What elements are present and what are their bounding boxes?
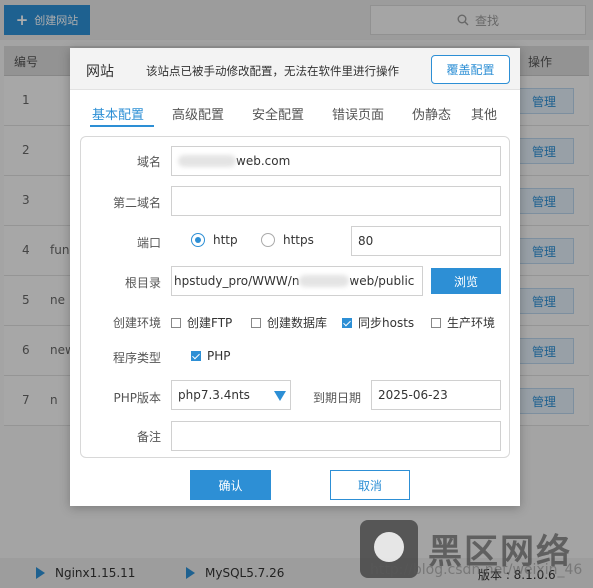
note-label: 备注 <box>136 430 161 444</box>
site-config-dialog: 网站 该站点已被手动修改配置，无法在软件里进行操作 覆盖配置 基本配置 高级配置… <box>70 48 520 506</box>
checkbox-checked-icon <box>191 351 201 361</box>
port-value: 80 <box>358 234 374 248</box>
root-dir-suffix: web/public <box>349 274 415 288</box>
https-radio[interactable]: https <box>261 233 314 247</box>
domain-input[interactable]: web.com <box>171 146 501 176</box>
create-ftp-label: 创建FTP <box>187 316 233 330</box>
http-radio[interactable]: http <box>191 233 238 247</box>
dialog-header: 网站 该站点已被手动修改配置，无法在软件里进行操作 覆盖配置 <box>70 48 520 90</box>
second-domain-input[interactable] <box>171 186 501 216</box>
confirm-button[interactable]: 确认 <box>190 470 271 500</box>
radio-unselected-icon <box>261 233 275 247</box>
php-checkbox-label: PHP <box>207 349 231 363</box>
sync-hosts-checkbox[interactable]: 同步hosts <box>342 314 414 331</box>
create-ftp-checkbox[interactable]: 创建FTP <box>171 314 232 331</box>
root-dir-label: 根目录 <box>124 276 161 290</box>
port-label: 端口 <box>136 236 161 250</box>
https-label: https <box>283 233 314 247</box>
create-database-checkbox[interactable]: 创建数据库 <box>251 314 327 331</box>
domain-label: 域名 <box>136 155 161 169</box>
note-input[interactable] <box>171 421 501 451</box>
override-config-button[interactable]: 覆盖配置 <box>431 55 510 84</box>
production-env-label: 生产环境 <box>447 316 496 330</box>
second-domain-label: 第二域名 <box>112 196 161 210</box>
program-type-label: 程序类型 <box>112 351 161 365</box>
redacted-text <box>299 275 350 287</box>
tab-rewrite[interactable]: 伪静态 <box>412 104 451 123</box>
checkbox-icon <box>431 317 441 328</box>
port-input[interactable]: 80 <box>351 226 501 256</box>
tab-other[interactable]: 其他 <box>471 104 497 123</box>
checkbox-icon <box>251 317 261 328</box>
sync-hosts-label: 同步hosts <box>358 316 415 330</box>
watermark: 黑区网络 http://blog.csdn.net/weixin_46 <box>360 520 593 588</box>
create-database-label: 创建数据库 <box>267 316 328 330</box>
tab-basic-config[interactable]: 基本配置 <box>92 104 144 123</box>
php-version-label: PHP版本 <box>113 391 162 405</box>
http-label: http <box>213 233 238 247</box>
tab-advanced-config[interactable]: 高级配置 <box>172 104 224 123</box>
root-dir-prefix: hpstudy_pro/WWW/n <box>174 274 300 288</box>
basic-config-panel: 域名 web.com 第二域名 端口 http https 80 根目录 hps… <box>80 136 510 458</box>
checkbox-checked-icon <box>342 317 352 328</box>
php-version-select[interactable]: php7.3.4nts <box>171 380 291 410</box>
tab-error-pages[interactable]: 错误页面 <box>332 104 384 123</box>
production-env-checkbox[interactable]: 生产环境 <box>431 314 495 331</box>
checkbox-icon <box>171 317 181 328</box>
dialog-title: 网站 <box>86 64 114 80</box>
expire-date-input[interactable]: 2025-06-23 <box>371 380 501 410</box>
watermark-url: http://blog.csdn.net/weixin_46 <box>370 562 583 578</box>
active-tab-indicator <box>90 125 154 127</box>
php-checkbox[interactable]: PHP <box>191 349 231 363</box>
expire-date-label: 到期日期 <box>312 391 361 405</box>
redacted-text <box>178 155 236 167</box>
env-label: 创建环境 <box>112 316 161 330</box>
domain-value: web.com <box>236 154 291 168</box>
php-version-value: php7.3.4nts <box>178 388 250 402</box>
cancel-button[interactable]: 取消 <box>330 470 410 500</box>
root-dir-input[interactable]: hpstudy_pro/WWW/n web/public <box>171 266 423 296</box>
radio-selected-icon <box>191 233 205 247</box>
tab-security-config[interactable]: 安全配置 <box>252 104 304 123</box>
dialog-warning-note: 该站点已被手动修改配置，无法在软件里进行操作 <box>146 64 399 78</box>
browse-button[interactable]: 浏览 <box>431 268 501 294</box>
expire-date-value: 2025-06-23 <box>378 388 448 402</box>
